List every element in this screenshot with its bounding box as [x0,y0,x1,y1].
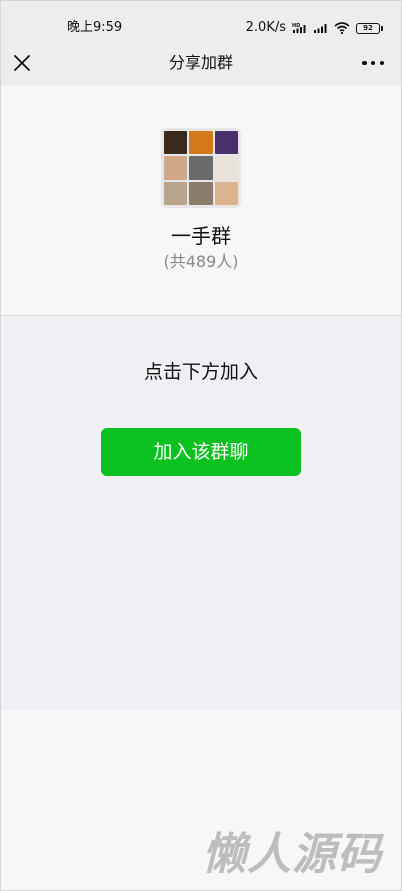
battery-level: 92 [363,24,373,32]
member-avatar [189,181,213,205]
member-count: (共489人) [163,252,239,271]
member-avatar [214,181,238,205]
member-avatar [214,131,238,155]
member-avatar [189,131,213,155]
hd-signal-icon: HD [292,23,306,33]
status-bar: 晚上9:59 2.0K/s HD 92 [0,0,402,42]
group-avatar [161,128,241,208]
group-name: 一手群 [171,224,231,248]
signal-icon [314,24,327,33]
watermark: 懒人源码 [202,829,382,880]
join-section: 点击下方加入 加入该群聊 [0,316,402,710]
status-time: 晚上9:59 [67,20,123,35]
member-avatar [189,156,213,180]
battery-icon: 92 [356,22,383,34]
status-indicators: 2.0K/s HD 92 [245,20,383,36]
join-hint: 点击下方加入 [143,361,258,383]
svg-text:HD: HD [292,23,300,29]
member-avatar [214,156,238,180]
member-avatar [164,156,188,180]
member-avatar [164,181,188,205]
page-title: 分享加群 [168,53,233,72]
more-icon [362,60,367,66]
wifi-icon [334,22,350,34]
join-group-button[interactable]: 加入该群聊 [101,428,301,476]
member-avatar [164,131,188,155]
group-info-card: 一手群 (共489人) [0,86,402,316]
nav-bar: 分享加群 [0,42,402,86]
network-speed: 2.0K/s [245,20,286,35]
more-button[interactable] [362,56,384,70]
